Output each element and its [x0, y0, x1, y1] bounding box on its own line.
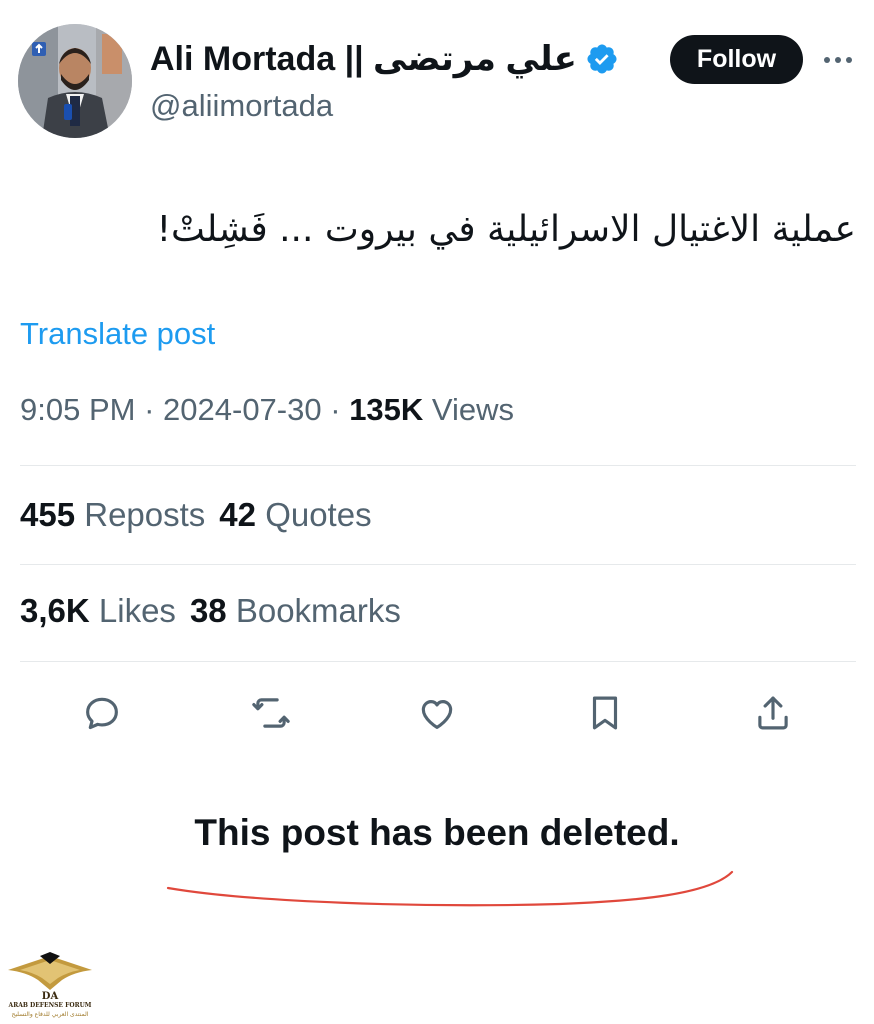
likes-label: Likes — [98, 592, 176, 629]
post-time[interactable]: 9:05 PM — [20, 392, 135, 427]
bookmark-icon[interactable] — [580, 688, 630, 738]
red-underline-annotation — [166, 870, 734, 907]
forum-logo-icon: DA — [8, 952, 92, 1002]
bookmarks-label: Bookmarks — [235, 592, 401, 629]
deleted-notice: This post has been deleted. — [194, 812, 680, 853]
like-icon[interactable] — [412, 688, 462, 738]
reposts-label: Reposts — [84, 496, 206, 533]
reposts-stat[interactable]: 455 Reposts — [20, 496, 205, 533]
likes-stat[interactable]: 3,6K Likes — [20, 592, 176, 629]
divider — [20, 564, 856, 565]
author-avatar[interactable] — [18, 24, 132, 138]
translate-post-link[interactable]: Translate post — [20, 316, 215, 352]
logo-letters: DA — [42, 991, 59, 1002]
bookmarks-count: 38 — [189, 592, 227, 629]
share-icon[interactable] — [748, 688, 798, 738]
watermark-title: ARAB DEFENSE FORUM — [8, 1002, 92, 1009]
quotes-count: 42 — [219, 496, 257, 533]
repost-icon[interactable] — [246, 688, 296, 738]
quotes-label: Quotes — [265, 496, 372, 533]
post-meta: 9:05 PM · 2024-07-30 · 135K Views — [20, 392, 514, 428]
quotes-stat[interactable]: 42 Quotes — [219, 496, 371, 533]
reposts-count: 455 — [20, 496, 76, 533]
post-text: عملية الاغتيال الاسرائيلية في بيروت ... … — [156, 209, 856, 250]
display-name-text: Ali Mortada || علي مرتضى — [150, 40, 577, 78]
meta-separator: · — [330, 392, 341, 427]
follow-button[interactable]: Follow — [670, 35, 803, 84]
author-display-name[interactable]: Ali Mortada || علي مرتضى — [150, 36, 619, 82]
avatar-photo — [18, 24, 132, 138]
watermark-subtitle: المنتدى العربي للدفاع والتسليح — [11, 1011, 89, 1018]
stats-row-likes: 3,6K Likes 38 Bookmarks — [20, 592, 401, 630]
author-handle[interactable]: @aliimortada — [150, 88, 333, 124]
more-horizontal-icon[interactable] — [820, 42, 856, 78]
stats-row-reposts: 455 Reposts 42 Quotes — [20, 496, 372, 534]
arab-defense-forum-watermark: DA ARAB DEFENSE FORUM المنتدى العربي للد… — [4, 950, 96, 1020]
likes-count: 3,6K — [20, 592, 90, 629]
bookmarks-stat[interactable]: 38 Bookmarks — [190, 592, 401, 629]
verified-badge-icon — [585, 42, 619, 76]
divider — [20, 661, 856, 662]
post-date[interactable]: 2024-07-30 — [163, 392, 322, 427]
action-bar — [0, 688, 874, 738]
divider — [20, 465, 856, 466]
views-label: Views — [431, 392, 515, 427]
views-count: 135K — [349, 392, 424, 427]
meta-separator: · — [144, 392, 155, 427]
reply-icon[interactable] — [77, 688, 127, 738]
